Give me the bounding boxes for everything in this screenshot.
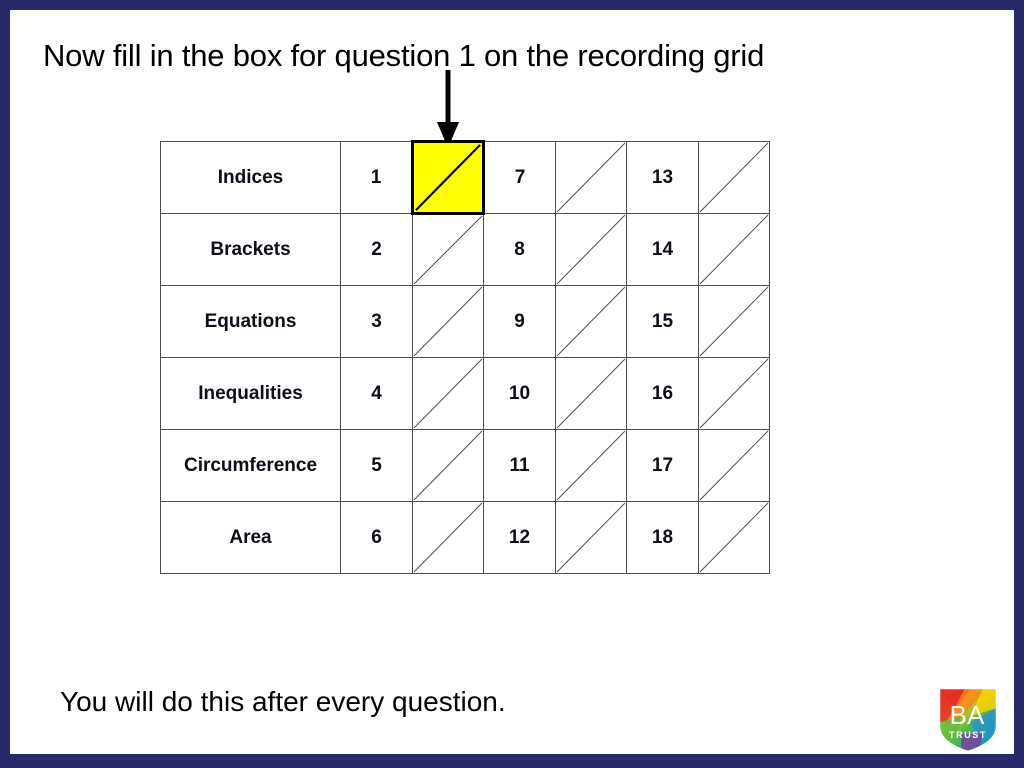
answer-cell[interactable] bbox=[412, 357, 484, 430]
topic-label: Circumference bbox=[160, 429, 341, 502]
answer-cell[interactable] bbox=[698, 285, 770, 358]
diagonal-line-icon bbox=[556, 214, 626, 285]
question-number: 1 bbox=[340, 141, 413, 214]
answer-cell[interactable] bbox=[555, 141, 627, 214]
question-number: 18 bbox=[626, 501, 699, 574]
diagonal-line-icon bbox=[413, 215, 483, 285]
diagonal-line-icon bbox=[413, 286, 483, 357]
diagonal-line-icon bbox=[556, 430, 626, 501]
answer-cell[interactable] bbox=[555, 357, 627, 430]
answer-cell[interactable] bbox=[412, 213, 484, 286]
question-number: 16 bbox=[626, 357, 699, 430]
question-number: 8 bbox=[483, 213, 556, 286]
diagonal-line-icon bbox=[699, 358, 769, 429]
slide-frame: Now fill in the box for question 1 on th… bbox=[0, 0, 1024, 768]
table-row: Equations 3 9 15 bbox=[160, 285, 770, 358]
answer-cell[interactable] bbox=[698, 501, 770, 574]
question-number: 2 bbox=[340, 213, 413, 286]
table-row: Brackets 2 8 14 bbox=[160, 213, 770, 286]
answer-cell-highlighted[interactable] bbox=[411, 140, 485, 215]
slide-canvas: Now fill in the box for question 1 on th… bbox=[10, 10, 1014, 754]
diagonal-line-icon bbox=[699, 502, 769, 573]
diagonal-line-icon bbox=[699, 142, 769, 213]
recording-grid: Indices 1 7 13 Brackets 2 8 14 Equations… bbox=[150, 130, 780, 585]
logo-secondary-text: TRUST bbox=[949, 730, 987, 740]
page-title: Now fill in the box for question 1 on th… bbox=[43, 38, 765, 73]
question-number: 17 bbox=[626, 429, 699, 502]
diagonal-line-icon bbox=[699, 214, 769, 285]
grid-body: Indices 1 7 13 Brackets 2 8 14 Equations… bbox=[160, 140, 770, 574]
logo-primary-text: BA bbox=[950, 700, 985, 730]
topic-label: Area bbox=[160, 501, 341, 574]
diagonal-line-icon bbox=[556, 358, 626, 429]
topic-label: Inequalities bbox=[160, 357, 341, 430]
answer-cell[interactable] bbox=[555, 285, 627, 358]
answer-cell[interactable] bbox=[698, 357, 770, 430]
answer-cell[interactable] bbox=[555, 501, 627, 574]
question-number: 14 bbox=[626, 213, 699, 286]
diagonal-line-icon bbox=[413, 502, 483, 573]
question-number: 5 bbox=[340, 429, 413, 502]
answer-cell[interactable] bbox=[555, 429, 627, 502]
ba-trust-shield-logo: BA TRUST bbox=[931, 682, 1005, 754]
question-number: 10 bbox=[483, 357, 556, 430]
question-number: 12 bbox=[483, 501, 556, 574]
diagonal-line-icon bbox=[413, 430, 483, 501]
question-number: 11 bbox=[483, 429, 556, 502]
diagonal-line-icon bbox=[414, 143, 482, 212]
recording-grid-table: Indices 1 7 13 Brackets 2 8 14 Equations… bbox=[160, 140, 770, 574]
question-number: 4 bbox=[340, 357, 413, 430]
diagonal-line-icon bbox=[413, 358, 483, 429]
diagonal-line-icon bbox=[556, 502, 626, 573]
diagonal-line-icon bbox=[699, 286, 769, 357]
table-row: Area 6 12 18 bbox=[160, 501, 770, 574]
diagonal-line-icon bbox=[556, 286, 626, 357]
question-number: 6 bbox=[340, 501, 413, 574]
answer-cell[interactable] bbox=[698, 213, 770, 286]
footer-note: You will do this after every question. bbox=[60, 686, 506, 717]
question-number: 9 bbox=[483, 285, 556, 358]
topic-label: Equations bbox=[160, 285, 341, 358]
answer-cell[interactable] bbox=[555, 213, 627, 286]
answer-cell[interactable] bbox=[412, 285, 484, 358]
question-number: 13 bbox=[626, 141, 699, 214]
diagonal-line-icon bbox=[699, 430, 769, 501]
answer-cell[interactable] bbox=[698, 429, 770, 502]
diagonal-line-icon bbox=[556, 142, 626, 213]
table-row: Circumference 5 11 17 bbox=[160, 429, 770, 502]
topic-label: Brackets bbox=[160, 213, 341, 286]
answer-cell[interactable] bbox=[412, 429, 484, 502]
question-number: 3 bbox=[340, 285, 413, 358]
question-number: 15 bbox=[626, 285, 699, 358]
question-number: 7 bbox=[483, 141, 556, 214]
table-row: Indices 1 7 13 bbox=[160, 140, 770, 215]
answer-cell[interactable] bbox=[412, 501, 484, 574]
table-row: Inequalities 4 10 16 bbox=[160, 357, 770, 430]
topic-label: Indices bbox=[160, 141, 341, 214]
answer-cell[interactable] bbox=[698, 141, 770, 214]
